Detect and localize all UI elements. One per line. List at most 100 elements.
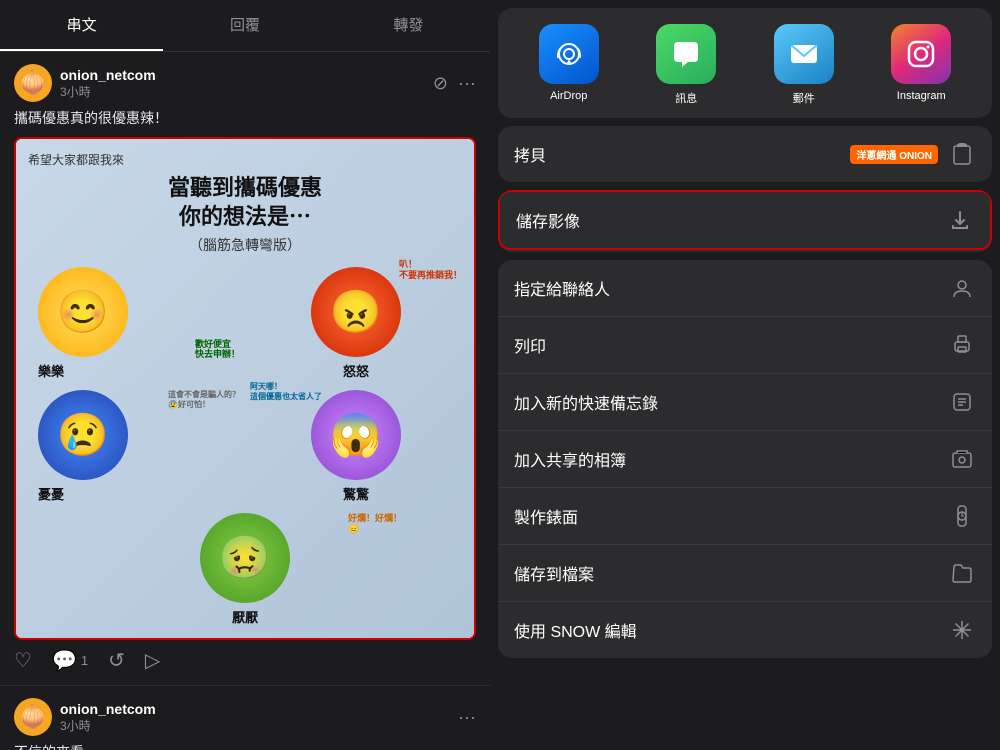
watchface-row[interactable]: 製作錶面 — [498, 488, 992, 545]
mail-svg — [788, 38, 820, 70]
more-icon[interactable]: ··· — [458, 73, 476, 94]
save-image-row[interactable]: 儲存影像 — [498, 190, 992, 250]
emotion-sadness: 😢 — [38, 390, 128, 480]
clipboard-icon — [948, 140, 976, 168]
meme-title: 當聽到攜碼優惠你的想法是⋯ — [28, 174, 462, 231]
retweet-icon: ↺ — [108, 648, 125, 673]
brand-badge: 洋蔥網通 ONION — [850, 145, 938, 164]
joy-label: 樂樂 — [38, 361, 64, 380]
sadness-bubble: 這會不會是騙人的？😰好可怕！ — [168, 390, 240, 409]
clipboard-brand: 洋蔥網通 ONION — [850, 145, 938, 164]
watchface-label: 製作錶面 — [514, 504, 948, 528]
post-1-meta: onion_netcom 3小時 — [60, 67, 433, 100]
add-note-row[interactable]: 加入新的快速備忘錄 — [498, 374, 992, 431]
retweet-button[interactable]: ↺ — [108, 648, 125, 673]
airdrop-svg — [553, 38, 585, 70]
print-label: 列印 — [514, 333, 948, 357]
post-1-username: onion_netcom — [60, 67, 433, 83]
post-1: 🧅 onion_netcom 3小時 ⊘ ··· 攜碼優惠真的很優惠辣！ 希望大… — [0, 52, 490, 686]
meme-subtitle: （腦筋急轉彎版） — [28, 235, 462, 255]
post-2-text: 不信的來看 — [14, 742, 476, 750]
share-app-airdrop[interactable]: AirDrop — [539, 24, 599, 106]
meme-grid: 😠 怒怒 叭！不要再推銷我！ 😊 — [28, 267, 462, 626]
post-2-time: 3小時 — [60, 717, 458, 734]
share-app-messages[interactable]: 訊息 — [656, 24, 716, 106]
share-app-instagram[interactable]: Instagram — [891, 24, 951, 106]
post-1-footer: ♡ 💬 1 ↺ ▷ — [14, 648, 476, 673]
post-1-image[interactable]: 希望大家都跟我來 當聽到攜碼優惠你的想法是⋯ （腦筋急轉彎版） 😠 怒怒 — [14, 137, 476, 640]
snow-edit-icon — [948, 616, 976, 644]
meme-cell-anger: 😠 怒怒 叭！不要再推銷我！ — [250, 267, 462, 380]
post-2: 🧅 onion_netcom 3小時 ··· 不信的來看 pse.is/648p… — [0, 686, 490, 750]
save-image-icon — [946, 206, 974, 234]
share-button[interactable]: ▷ — [145, 648, 160, 673]
post-2-username: onion_netcom — [60, 701, 458, 717]
tab-repost[interactable]: 轉發 — [327, 0, 490, 51]
assign-contact-row[interactable]: 指定給聯絡人 — [498, 260, 992, 317]
mail-icon — [774, 24, 834, 84]
print-icon — [948, 331, 976, 359]
like-button[interactable]: ♡ — [14, 648, 32, 673]
post-1-time: 3小時 — [60, 83, 433, 100]
joy-bubble: 歡好便宜快去申辦！ — [195, 339, 240, 361]
assign-contact-label: 指定給聯絡人 — [514, 276, 948, 300]
save-files-icon — [948, 559, 976, 587]
edit-icon[interactable]: ⊘ — [433, 73, 448, 94]
comment-count: 1 — [81, 653, 88, 668]
post-2-meta: onion_netcom 3小時 — [60, 701, 458, 734]
snow-edit-row[interactable]: 使用 SNOW 編輯 — [498, 602, 992, 658]
tab-reply[interactable]: 回覆 — [163, 0, 326, 51]
disgust-label: 厭厭 — [232, 607, 258, 626]
sadness-label: 憂憂 — [38, 484, 64, 503]
instagram-svg — [905, 38, 937, 70]
messages-svg — [670, 38, 702, 70]
anger-label: 怒怒 — [343, 361, 369, 380]
avatar-1: 🧅 — [14, 64, 52, 102]
add-note-label: 加入新的快速備忘錄 — [514, 390, 948, 414]
heart-icon: ♡ — [14, 648, 32, 673]
print-row[interactable]: 列印 — [498, 317, 992, 374]
tab-thread[interactable]: 串文 — [0, 0, 163, 51]
clipboard-row[interactable]: 拷貝 洋蔥網通 ONION — [498, 126, 992, 182]
share-apps-row: AirDrop 訊息 郵件 — [498, 8, 992, 118]
meme-cell-fear: 😱 驚驚 阿天哪！這個優惠也太省人了 — [250, 390, 462, 503]
watchface-icon — [948, 502, 976, 530]
messages-icon — [656, 24, 716, 84]
instagram-label: Instagram — [897, 90, 946, 102]
messages-label: 訊息 — [675, 90, 697, 106]
disgust-bubble: 好爛！好爛！😑 — [348, 513, 402, 535]
save-files-label: 儲存到檔案 — [514, 561, 948, 585]
right-panel: AirDrop 訊息 郵件 — [490, 0, 1000, 750]
post-1-actions: ⊘ ··· — [433, 73, 476, 94]
action-list: 拷貝 洋蔥網通 ONION 儲存影像 — [490, 118, 1000, 750]
save-files-row[interactable]: 儲存到檔案 — [498, 545, 992, 602]
add-album-icon — [948, 445, 976, 473]
save-image-section: 儲存影像 — [498, 190, 992, 252]
emotion-fear: 😱 — [311, 390, 401, 480]
add-album-row[interactable]: 加入共享的相簿 — [498, 431, 992, 488]
snow-edit-label: 使用 SNOW 編輯 — [514, 618, 948, 642]
post-area: 🧅 onion_netcom 3小時 ⊘ ··· 攜碼優惠真的很優惠辣！ 希望大… — [0, 52, 490, 750]
meme-image: 希望大家都跟我來 當聽到攜碼優惠你的想法是⋯ （腦筋急轉彎版） 😠 怒怒 — [16, 139, 474, 638]
share-app-mail[interactable]: 郵件 — [774, 24, 834, 106]
comment-icon: 💬 — [52, 648, 77, 673]
anger-bubble: 叭！不要再推銷我！ — [399, 259, 462, 281]
meme-cell-sadness: 😢 憂憂 這會不會是騙人的？😰好可怕！ — [28, 390, 240, 503]
fear-bubble: 阿天哪！這個優惠也太省人了 — [250, 382, 322, 401]
more-icon-2[interactable]: ··· — [458, 707, 476, 728]
tab-bar: 串文 回覆 轉發 — [0, 0, 490, 52]
post-1-text: 攜碼優惠真的很優惠辣！ — [14, 108, 476, 129]
instagram-icon — [891, 24, 951, 84]
meme-top-text: 希望大家都跟我來 — [28, 151, 462, 168]
post-2-header: 🧅 onion_netcom 3小時 ··· — [14, 698, 476, 736]
actions-section-1: 指定給聯絡人 列印 — [498, 260, 992, 658]
post-2-actions: ··· — [458, 707, 476, 728]
fear-label: 驚驚 — [343, 484, 369, 503]
emotion-anger: 😠 — [311, 267, 401, 357]
clipboard-label: 拷貝 — [514, 142, 850, 166]
mail-label: 郵件 — [793, 90, 815, 106]
post-1-header: 🧅 onion_netcom 3小時 ⊘ ··· — [14, 64, 476, 102]
save-image-label: 儲存影像 — [516, 208, 946, 232]
airdrop-icon — [539, 24, 599, 84]
comment-button[interactable]: 💬 1 — [52, 648, 88, 673]
